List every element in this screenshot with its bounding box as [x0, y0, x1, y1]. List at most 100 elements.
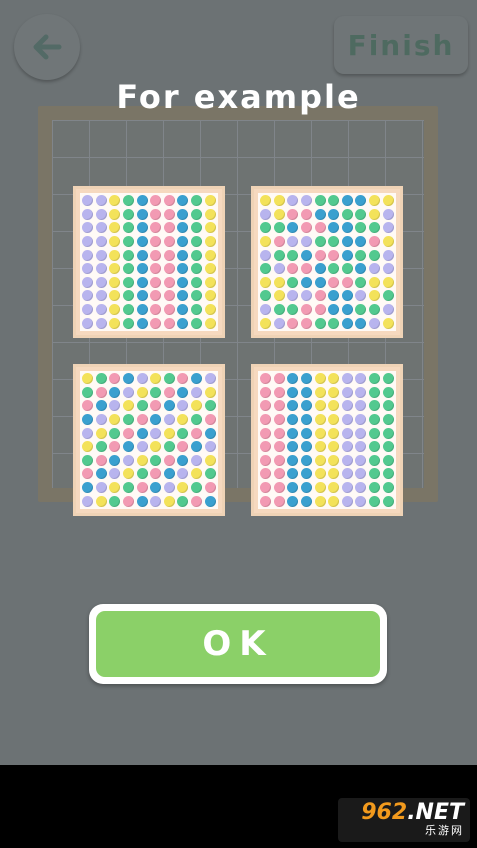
color-dot	[369, 495, 381, 507]
color-dot	[287, 427, 299, 439]
color-dot	[204, 400, 216, 412]
color-dot	[355, 495, 367, 507]
color-dot	[177, 386, 189, 398]
color-dot	[163, 427, 175, 439]
color-dot	[191, 454, 203, 466]
example-grid-2	[251, 186, 403, 338]
color-dot	[301, 249, 313, 261]
color-dot	[355, 427, 367, 439]
color-dot	[150, 195, 162, 207]
color-dot	[109, 373, 121, 385]
color-dot	[204, 236, 216, 248]
color-dot	[287, 276, 299, 288]
color-dot	[328, 208, 340, 220]
color-dot	[95, 317, 107, 329]
color-dot	[369, 454, 381, 466]
color-dot	[287, 263, 299, 275]
finish-button[interactable]: Finish	[334, 16, 468, 74]
color-dot	[136, 249, 148, 261]
color-dot	[287, 195, 299, 207]
color-dot	[341, 276, 353, 288]
color-dot	[301, 317, 313, 329]
color-dot	[95, 290, 107, 302]
color-dot	[150, 304, 162, 316]
color-dot	[163, 373, 175, 385]
color-dot	[273, 263, 285, 275]
color-dot	[287, 468, 299, 480]
color-dot	[328, 414, 340, 426]
color-dot	[260, 400, 272, 412]
color-dot	[355, 373, 367, 385]
color-dot	[314, 441, 326, 453]
color-dot	[273, 400, 285, 412]
color-dot	[328, 386, 340, 398]
color-dot	[260, 386, 272, 398]
color-dot	[177, 400, 189, 412]
color-dot	[301, 195, 313, 207]
color-dot	[123, 386, 135, 398]
color-dot	[260, 495, 272, 507]
color-dot	[177, 441, 189, 453]
color-dot	[136, 482, 148, 494]
color-dot	[150, 386, 162, 398]
color-dot	[109, 222, 121, 234]
color-dot	[163, 495, 175, 507]
color-dot	[273, 195, 285, 207]
color-dot	[287, 400, 299, 412]
color-dot	[382, 222, 394, 234]
color-dot	[136, 427, 148, 439]
color-dot	[150, 222, 162, 234]
color-dot	[382, 495, 394, 507]
color-dot	[287, 236, 299, 248]
color-dot	[369, 317, 381, 329]
color-dot	[177, 317, 189, 329]
color-dot	[109, 304, 121, 316]
color-dot	[341, 373, 353, 385]
color-dot	[123, 317, 135, 329]
color-dot	[191, 290, 203, 302]
back-button[interactable]	[14, 14, 80, 80]
color-dot	[95, 441, 107, 453]
color-dot	[314, 482, 326, 494]
color-dot	[369, 195, 381, 207]
color-dot	[301, 441, 313, 453]
color-dot	[273, 454, 285, 466]
color-dot	[204, 482, 216, 494]
color-dot	[177, 208, 189, 220]
color-dot	[123, 454, 135, 466]
ok-button[interactable]: OK	[89, 604, 387, 684]
color-dot	[287, 441, 299, 453]
color-dot	[273, 482, 285, 494]
color-dot	[260, 304, 272, 316]
color-dot	[273, 208, 285, 220]
color-dot	[204, 427, 216, 439]
color-dot	[260, 427, 272, 439]
color-dot	[109, 263, 121, 275]
color-dot	[328, 373, 340, 385]
color-dot	[95, 400, 107, 412]
color-dot	[301, 482, 313, 494]
color-dot	[355, 276, 367, 288]
color-dot	[191, 222, 203, 234]
color-dot	[191, 386, 203, 398]
color-dot	[314, 373, 326, 385]
color-dot	[123, 427, 135, 439]
color-dot	[287, 208, 299, 220]
color-dot	[95, 414, 107, 426]
color-dot	[355, 249, 367, 261]
color-dot	[82, 468, 94, 480]
color-dot	[82, 195, 94, 207]
color-dot	[82, 495, 94, 507]
color-dot	[369, 290, 381, 302]
color-dot	[382, 468, 394, 480]
color-dot	[109, 195, 121, 207]
color-dot	[123, 290, 135, 302]
color-dot	[301, 400, 313, 412]
color-dot	[82, 400, 94, 412]
color-dot	[150, 482, 162, 494]
color-dot	[109, 290, 121, 302]
color-dot	[191, 400, 203, 412]
color-dot	[136, 263, 148, 275]
color-dot	[382, 236, 394, 248]
color-dot	[328, 454, 340, 466]
